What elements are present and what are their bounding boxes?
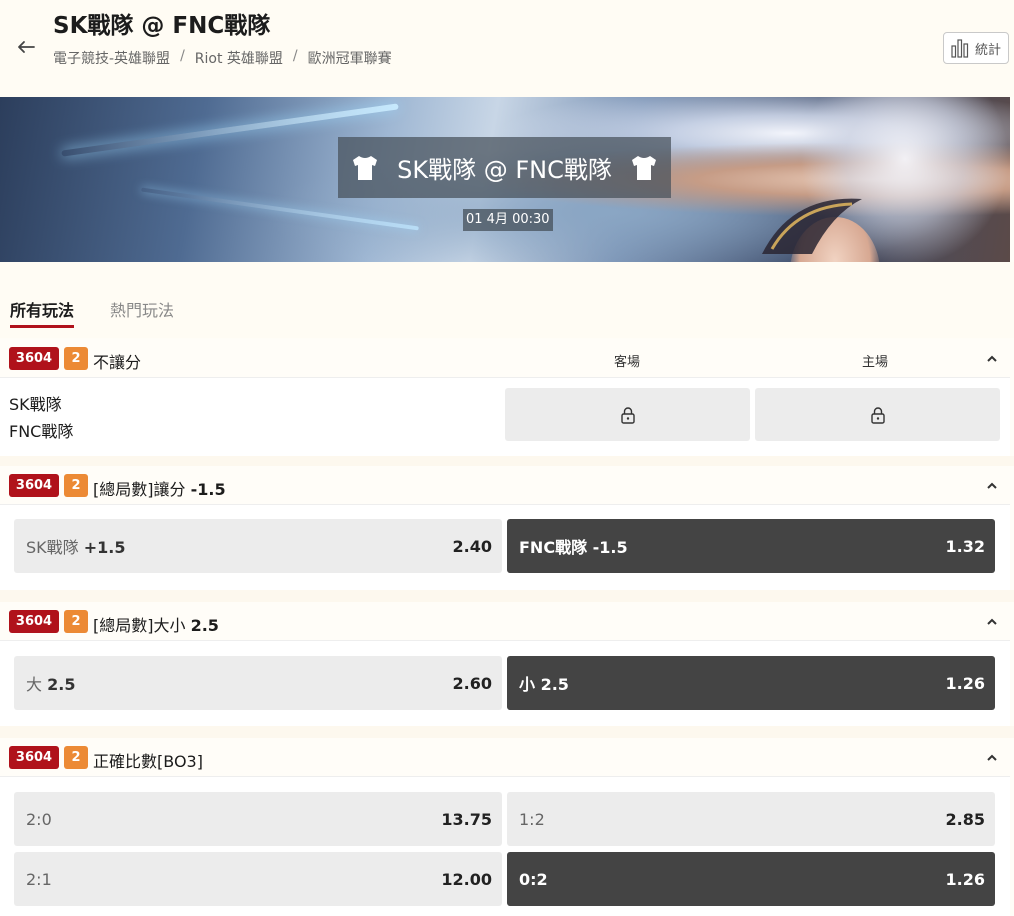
breadcrumb-item-league[interactable]: 歐洲冠軍聯賽 bbox=[308, 48, 392, 68]
odds-label: 小 2.5 bbox=[519, 675, 569, 694]
odds-option-selected[interactable]: FNC戰隊 -1.5 1.32 bbox=[507, 519, 995, 573]
stats-label: 統計 bbox=[974, 42, 1001, 58]
locked-odds-away[interactable] bbox=[505, 388, 750, 441]
market-count-badge: 2 bbox=[64, 610, 88, 633]
section-divider bbox=[0, 726, 1014, 738]
chevron-up-icon[interactable] bbox=[984, 614, 1000, 630]
odds-label: 大 2.5 bbox=[26, 675, 76, 694]
odds-option[interactable]: 2:1 12.00 bbox=[14, 852, 502, 906]
odds-label: 2:1 bbox=[26, 869, 52, 889]
market-title: 正確比數[BO3] bbox=[93, 752, 203, 771]
market-title: [總局數]大小 2.5 bbox=[93, 616, 219, 635]
chevron-up-icon[interactable] bbox=[984, 351, 1000, 367]
stats-button[interactable]: 統計 bbox=[943, 32, 1009, 64]
page-header: SK戰隊 @ FNC戰隊 電子競技-英雄聯盟 / Riot 英雄聯盟 / 歐洲冠… bbox=[0, 0, 1014, 97]
odds-option[interactable]: 大 2.5 2.60 bbox=[14, 656, 502, 710]
market-correct-score: 3604 2 正確比數[BO3] 2:0 13.75 1:2 2.85 2:1 … bbox=[0, 738, 1010, 916]
odds-option[interactable]: 1:2 2.85 bbox=[507, 792, 995, 846]
match-title-box: SK戰隊 @ FNC戰隊 bbox=[338, 137, 671, 198]
market-header[interactable]: 3604 2 正確比數[BO3] bbox=[0, 738, 1010, 777]
odds-label: FNC戰隊 -1.5 bbox=[519, 538, 628, 557]
market-id-badge: 3604 bbox=[9, 474, 59, 497]
breadcrumb: 電子競技-英雄聯盟 / Riot 英雄聯盟 / 歐洲冠軍聯賽 bbox=[53, 48, 392, 68]
lock-icon bbox=[620, 406, 635, 424]
breadcrumb-separator: / bbox=[180, 48, 185, 64]
column-away-label: 客場 bbox=[614, 355, 641, 370]
bar-chart-icon bbox=[951, 39, 969, 58]
odds-value: 2.60 bbox=[452, 673, 492, 693]
odds-label: 0:2 bbox=[519, 869, 548, 889]
breadcrumb-item-sport[interactable]: 電子競技-英雄聯盟 bbox=[53, 48, 170, 68]
odds-option-selected[interactable]: 小 2.5 1.26 bbox=[507, 656, 995, 710]
market-over-under: 3604 2 [總局數]大小 2.5 大 2.5 2.60 小 2.5 1.26 bbox=[0, 602, 1010, 726]
market-id-badge: 3604 bbox=[9, 347, 59, 370]
odds-value: 2.85 bbox=[945, 809, 985, 829]
odds-value: 12.00 bbox=[441, 869, 492, 889]
breadcrumb-separator: / bbox=[292, 48, 298, 64]
market-count-badge: 2 bbox=[64, 347, 88, 370]
odds-label: 1:2 bbox=[519, 809, 545, 829]
odds-label: SK戰隊 +1.5 bbox=[26, 538, 126, 557]
home-jersey-icon bbox=[353, 155, 378, 180]
chevron-up-icon[interactable] bbox=[984, 750, 1000, 766]
market-header[interactable]: 3604 2 不讓分 客場 主場 bbox=[0, 339, 1010, 378]
odds-value: 2.40 bbox=[452, 536, 492, 556]
odds-option-selected[interactable]: 0:2 1.26 bbox=[507, 852, 995, 906]
tab-popular-markets[interactable]: 熱門玩法 bbox=[110, 297, 174, 321]
away-jersey-icon bbox=[631, 155, 656, 180]
odds-value: 1.32 bbox=[945, 536, 985, 556]
odds-option[interactable]: SK戰隊 +1.5 2.40 bbox=[14, 519, 502, 573]
market-title: [總局數]讓分 -1.5 bbox=[93, 480, 226, 499]
market-header[interactable]: 3604 2 [總局數]大小 2.5 bbox=[0, 602, 1010, 641]
breadcrumb-item-game[interactable]: Riot 英雄聯盟 bbox=[195, 48, 283, 68]
market-id-badge: 3604 bbox=[9, 610, 59, 633]
odds-value: 1.26 bbox=[945, 673, 985, 693]
team-home-name: FNC戰隊 bbox=[9, 422, 74, 441]
lock-icon bbox=[870, 406, 885, 424]
locked-odds-home[interactable] bbox=[755, 388, 1000, 441]
odds-label: 2:0 bbox=[26, 809, 52, 829]
section-divider bbox=[0, 456, 1014, 466]
page-title: SK戰隊 @ FNC戰隊 bbox=[53, 13, 271, 39]
market-handicap: 3604 2 [總局數]讓分 -1.5 SK戰隊 +1.5 2.40 FNC戰隊… bbox=[0, 466, 1010, 590]
market-header[interactable]: 3604 2 [總局數]讓分 -1.5 bbox=[0, 466, 1010, 505]
odds-value: 1.26 bbox=[945, 869, 985, 889]
banner-art bbox=[762, 198, 862, 254]
market-count-badge: 2 bbox=[64, 474, 88, 497]
market-moneyline: 3604 2 不讓分 客場 主場 SK戰隊 FNC戰隊 bbox=[0, 339, 1010, 456]
chevron-up-icon[interactable] bbox=[984, 478, 1000, 494]
match-time: 01 4月 00:30 bbox=[463, 209, 553, 231]
market-count-badge: 2 bbox=[64, 746, 88, 769]
team-away-name: SK戰隊 bbox=[9, 395, 62, 414]
tab-all-markets[interactable]: 所有玩法 bbox=[10, 297, 75, 328]
market-id-badge: 3604 bbox=[9, 746, 59, 769]
back-arrow-icon[interactable] bbox=[14, 34, 40, 60]
market-title: 不讓分 bbox=[93, 353, 142, 372]
market-tabs: 所有玩法 熱門玩法 bbox=[0, 262, 1014, 338]
odds-value: 13.75 bbox=[441, 809, 492, 829]
odds-option[interactable]: 2:0 13.75 bbox=[14, 792, 502, 846]
column-home-label: 主場 bbox=[862, 355, 889, 370]
section-divider bbox=[0, 590, 1014, 602]
banner-match-title: SK戰隊 @ FNC戰隊 bbox=[397, 156, 612, 184]
